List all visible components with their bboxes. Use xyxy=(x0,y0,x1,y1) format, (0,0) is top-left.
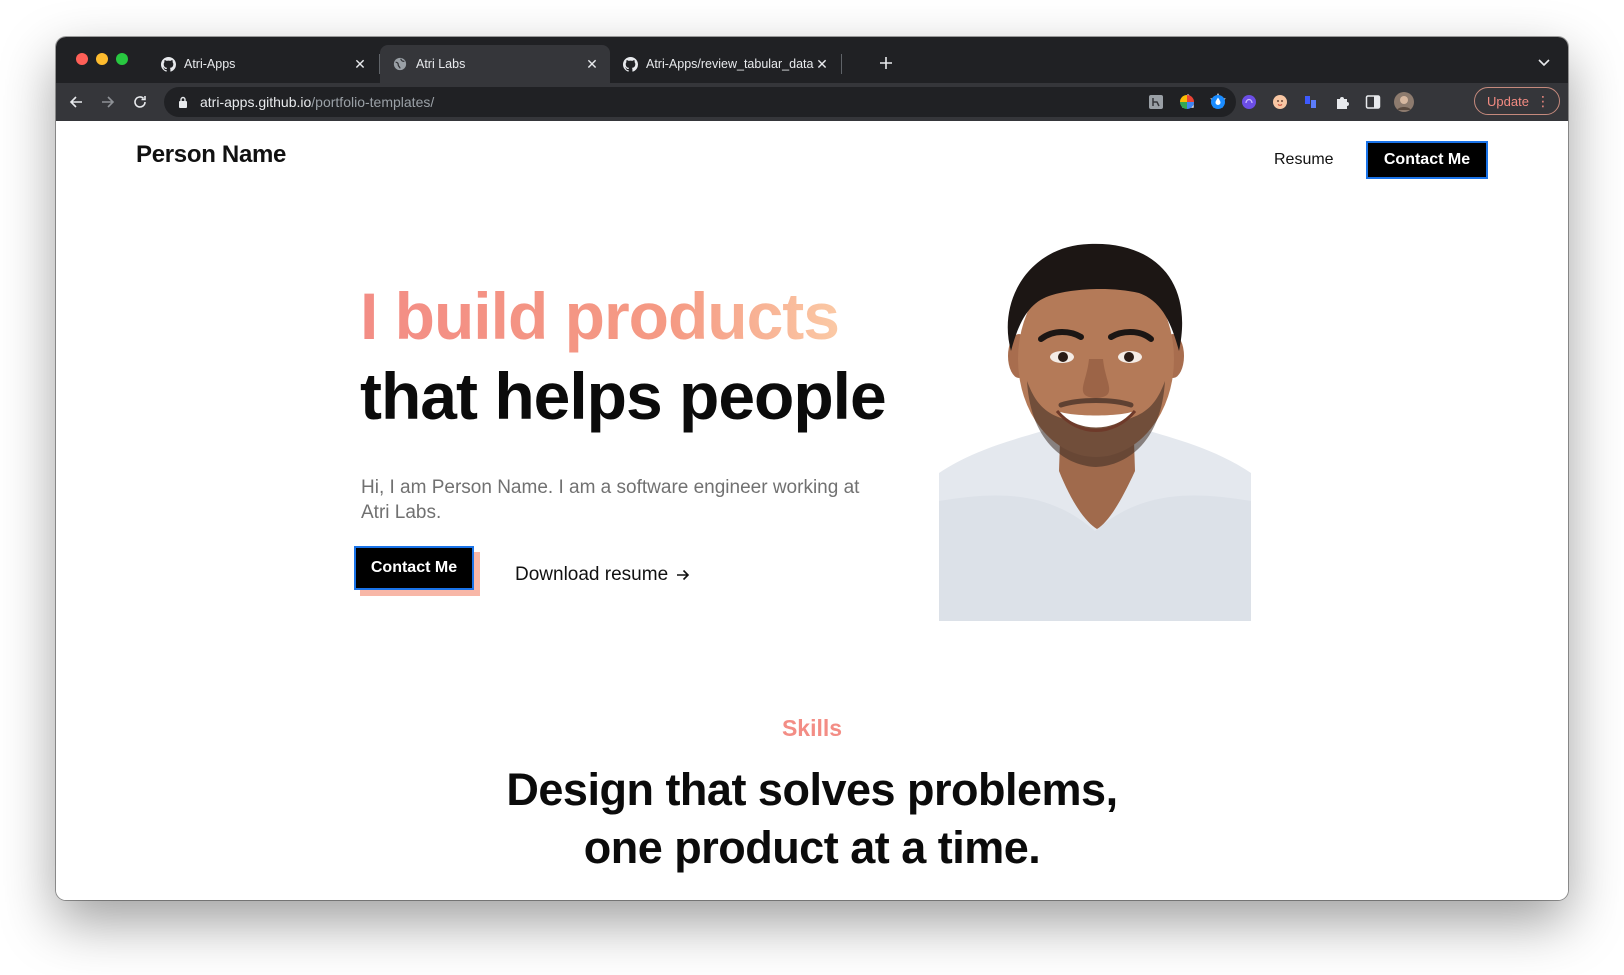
download-resume-link[interactable]: Download resume xyxy=(515,564,690,586)
face-extension-icon[interactable] xyxy=(1270,92,1290,112)
skills-heading-line: one product at a time. xyxy=(583,822,1041,873)
browser-toolbar: atri-apps.github.io/portfolio-templates/ xyxy=(56,83,1568,121)
profile-portrait xyxy=(939,241,1251,621)
update-label: Update xyxy=(1487,93,1529,109)
github-icon xyxy=(160,56,176,72)
drop-extension-icon[interactable] xyxy=(1208,92,1228,112)
browser-window: Atri-Apps ✕ Atri Labs ✕ Atri-Apps/review… xyxy=(56,37,1568,900)
close-icon[interactable]: ✕ xyxy=(814,56,830,72)
lock-icon xyxy=(176,95,190,109)
nav-resume-link[interactable]: Resume xyxy=(1274,151,1334,169)
close-window-button[interactable] xyxy=(76,53,88,65)
url-path: /portfolio-templates/ xyxy=(311,94,435,110)
skills-heading-line: Design that solves problems, xyxy=(506,764,1118,815)
contact-me-button[interactable]: Contact Me xyxy=(354,546,474,590)
reload-icon xyxy=(134,96,146,108)
extension-icon[interactable] xyxy=(1146,92,1166,112)
nav-contact-button[interactable]: Contact Me xyxy=(1366,141,1488,179)
close-icon[interactable]: ✕ xyxy=(584,56,600,72)
skills-eyebrow: Skills xyxy=(781,715,843,741)
maximize-window-button[interactable] xyxy=(116,53,128,65)
site-brand[interactable]: Person Name xyxy=(136,141,286,169)
profile-avatar[interactable] xyxy=(1394,92,1414,112)
tab-divider xyxy=(841,54,842,74)
back-button[interactable] xyxy=(64,90,88,114)
globe-icon xyxy=(392,56,408,72)
arrow-left-icon xyxy=(69,96,82,108)
tab-title: Atri-Apps/review_tabular_data xyxy=(646,57,814,71)
address-bar[interactable]: atri-apps.github.io/portfolio-templates/ xyxy=(164,87,1236,117)
tab-review-tabular-data[interactable]: Atri-Apps/review_tabular_data ✕ xyxy=(610,45,840,83)
forward-button[interactable] xyxy=(96,90,120,114)
plus-icon xyxy=(880,57,892,69)
close-icon[interactable]: ✕ xyxy=(352,56,368,72)
tab-title: Atri Labs xyxy=(416,57,466,71)
hero-cta: Contact Me xyxy=(354,546,480,596)
tab-search-button[interactable] xyxy=(1532,51,1556,75)
side-panel-icon[interactable] xyxy=(1363,92,1383,112)
web-page: Person Name Resume Contact Me I build pr… xyxy=(56,121,1568,900)
arrow-right-icon xyxy=(677,569,690,581)
arrow-right-icon xyxy=(102,96,115,108)
puzzle-icon[interactable] xyxy=(1332,92,1352,112)
more-vert-icon: ⋮ xyxy=(1536,93,1550,109)
window-controls xyxy=(76,53,128,65)
brain-extension-icon[interactable] xyxy=(1239,92,1259,112)
skills-heading: Design that solves problems, one product… xyxy=(56,761,1568,877)
minimize-window-button[interactable] xyxy=(96,53,108,65)
tab-strip: Atri-Apps ✕ Atri Labs ✕ Atri-Apps/review… xyxy=(56,37,1568,83)
tab-title: Atri-Apps xyxy=(184,57,236,71)
url-host: atri-apps.github.io xyxy=(200,94,312,110)
download-resume-label: Download resume xyxy=(515,564,669,585)
chevron-down-icon xyxy=(1538,59,1550,67)
hero-headline: that helps people xyxy=(360,359,887,433)
blocks-extension-icon[interactable] xyxy=(1301,92,1321,112)
tab-atri-labs[interactable]: Atri Labs ✕ xyxy=(380,45,610,83)
color-picker-extension-icon[interactable] xyxy=(1177,92,1197,112)
hero-intro-text: Hi, I am Person Name. I am a software en… xyxy=(361,477,860,523)
new-tab-button[interactable] xyxy=(874,51,898,75)
hero-headline-accent: I build products xyxy=(360,279,840,353)
github-icon xyxy=(622,56,638,72)
update-button[interactable]: Update ⋮ xyxy=(1474,87,1560,115)
tab-atri-apps[interactable]: Atri-Apps ✕ xyxy=(148,45,378,83)
reload-button[interactable] xyxy=(128,90,152,114)
